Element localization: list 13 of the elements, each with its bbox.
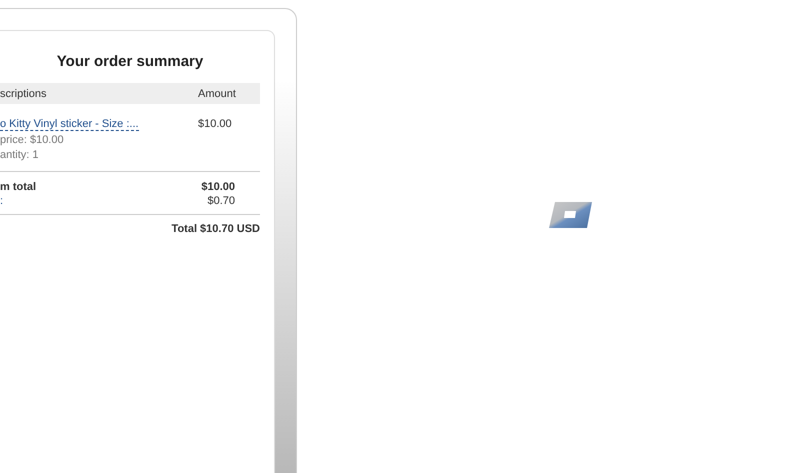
total-label: : xyxy=(0,195,4,207)
total-label: m total xyxy=(0,181,38,193)
grand-total: Total $10.70 USD xyxy=(170,222,260,235)
item-link[interactable]: o Kitty Vinyl sticker - Size :... xyxy=(0,118,139,131)
column-header: scriptions xyxy=(0,88,48,100)
total-value: $0.70 xyxy=(206,195,236,207)
summary-title: Your order summary xyxy=(56,52,204,72)
total-value: $10.00 xyxy=(200,181,236,193)
item-quantity: antity: 1 xyxy=(0,149,39,161)
column-header: Amount xyxy=(198,88,237,100)
item-amount: $10.00 xyxy=(198,118,233,130)
unit-price: price: $10.00 xyxy=(0,134,64,146)
logo-icon xyxy=(549,202,592,228)
